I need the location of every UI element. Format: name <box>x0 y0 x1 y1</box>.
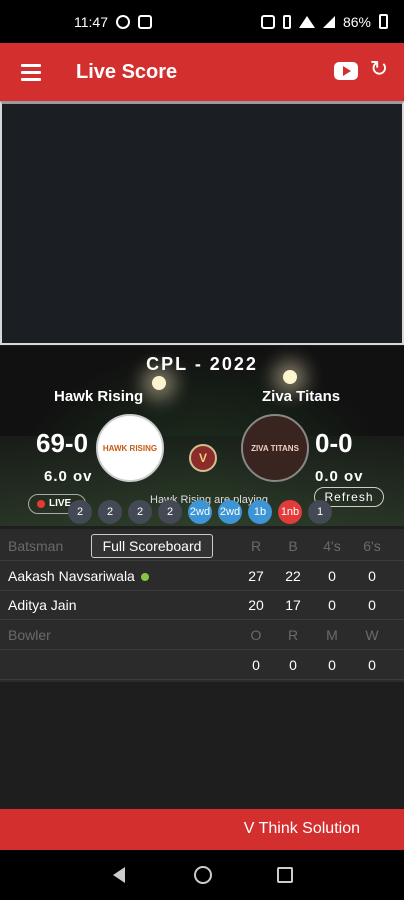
live-dot-icon <box>37 500 45 508</box>
ball-chip-noball: 1nb <box>278 500 302 524</box>
back-icon[interactable] <box>113 867 125 883</box>
batsman-fours: 0 <box>328 597 336 613</box>
team2-name: Ziva Titans <box>262 388 341 405</box>
on-strike-icon <box>140 573 149 582</box>
signal-icon <box>322 15 335 28</box>
scorecard: Batsman Full Scoreboard R B 4's 6's Aaka… <box>0 529 404 682</box>
table-row: Aakash Navsariwala 27 22 0 0 <box>0 561 404 591</box>
sixes-header: 6's <box>363 538 381 554</box>
status-time: 11:47 <box>74 13 108 30</box>
batsman-name: Aakash Navsariwala <box>8 568 135 584</box>
video-player[interactable] <box>0 101 404 345</box>
runs-header: R <box>250 538 262 554</box>
table-row: 0 0 0 0 <box>0 650 404 680</box>
menu-icon[interactable] <box>0 43 62 101</box>
battery-percentage: 86% <box>342 13 371 30</box>
bowler-maidens: 0 <box>328 657 336 673</box>
floodlight-icon <box>152 376 166 390</box>
batting-header: Batsman Full Scoreboard R B 4's 6's <box>0 531 404 561</box>
ball-chip-bye: 1b <box>248 500 272 524</box>
batsman-runs: 27 <box>248 568 264 584</box>
overs-header: O <box>250 627 262 643</box>
bowler-header: Bowler <box>8 627 51 643</box>
team1-score: 69-0 <box>36 428 89 458</box>
ball-chip: 2 <box>128 500 152 524</box>
table-row: Aditya Jain 20 17 0 0 <box>0 590 404 620</box>
footer-bar: V Think Solution <box>0 809 404 850</box>
batsman-runs: 20 <box>248 597 264 613</box>
battery-icon <box>379 14 388 29</box>
batsman-balls: 17 <box>285 597 301 613</box>
team2-overs: 0.0 ov <box>315 468 364 485</box>
ball-chip: 1 <box>308 500 332 524</box>
vs-badge: V <box>189 444 217 472</box>
batsman-sixes: 0 <box>368 597 376 613</box>
league-title: CPL - 2022 <box>146 354 258 374</box>
team1-name: Hawk Rising <box>54 388 144 405</box>
status-bar: 11:47 86% <box>0 0 404 43</box>
runs-header: R <box>287 627 299 643</box>
app-bar: Live Score ↻ <box>0 43 404 101</box>
page-title: Live Score <box>76 60 178 83</box>
app-notification-icon <box>116 14 130 29</box>
batsman-header: Batsman <box>8 538 64 554</box>
bowler-wickets: 0 <box>368 657 376 673</box>
batsman-fours: 0 <box>328 568 336 584</box>
youtube-icon[interactable] <box>334 62 358 80</box>
maidens-header: M <box>326 627 338 643</box>
bowler-runs: 0 <box>289 657 297 673</box>
recent-balls: 2 2 2 2 2wd 2wd 1b 1nb 1 <box>68 500 332 524</box>
wifi-icon <box>298 15 315 28</box>
ball-chip: 2 <box>158 500 182 524</box>
batsman-sixes: 0 <box>368 568 376 584</box>
bowling-header: Bowler O R M W <box>0 620 404 650</box>
team1-logo: HAWK RISING <box>96 414 164 482</box>
batsman-balls: 22 <box>285 568 301 584</box>
fours-header: 4's <box>323 538 341 554</box>
batsman-name: Aditya Jain <box>8 597 77 613</box>
full-scoreboard-button[interactable]: Full Scoreboard <box>91 534 213 558</box>
recent-apps-icon[interactable] <box>277 867 293 883</box>
image-notification-icon <box>138 14 152 29</box>
wickets-header: W <box>365 627 379 643</box>
vibrate-icon <box>282 14 291 29</box>
ball-chip: 2 <box>98 500 122 524</box>
bowler-overs: 0 <box>252 657 260 673</box>
score-banner: CPL - 2022 Hawk Rising Ziva Titans 69-0 … <box>0 346 404 526</box>
home-icon[interactable] <box>194 866 212 884</box>
ball-chip-wide: 2wd <box>218 500 242 524</box>
team2-score: 0-0 <box>315 428 353 458</box>
ball-chip: 2 <box>68 500 92 524</box>
footer-credit: V Think Solution <box>243 820 360 837</box>
team1-overs: 6.0 ov <box>44 468 93 485</box>
system-nav-bar <box>0 850 404 900</box>
data-saver-icon <box>260 14 275 29</box>
team2-logo: ZIVA TITANS <box>241 414 309 482</box>
ball-chip-wide: 2wd <box>188 500 212 524</box>
refresh-icon[interactable]: ↻ <box>366 57 392 83</box>
balls-header: B <box>288 538 298 554</box>
